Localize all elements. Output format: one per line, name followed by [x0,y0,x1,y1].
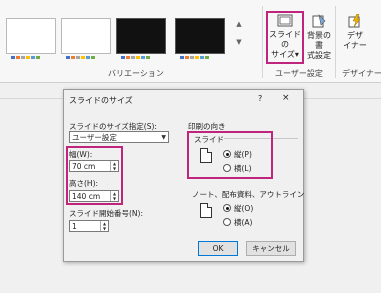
variation-thumbnail-3[interactable] [116,18,166,59]
format-background-button[interactable]: 背景の書 式設定 [304,14,334,61]
format-background-line2: 式設定 [307,51,331,60]
format-background-line1: 背景の書 [307,31,331,50]
designer-button[interactable]: デザ イナー [339,14,371,51]
variation-thumbnail-4[interactable] [175,18,225,59]
designer-line1: デザ [347,31,363,40]
chevron-down-icon[interactable]: ▼ [161,132,166,142]
notes-landscape-radio[interactable] [223,218,231,226]
start-number-spinner[interactable]: ▲ ▼ [100,221,108,231]
notes-portrait-label[interactable]: 縦(O) [234,203,253,214]
help-icon[interactable]: ? [258,94,262,103]
group-separator [262,6,263,78]
designer-lightning-icon [348,14,361,28]
variation-thumbnail-2[interactable] [61,18,111,59]
close-icon[interactable]: × [282,93,290,103]
ribbon: ▲ ▼ バリエーション スライドの サイズ▾ 背景の書 式設定 ユーザー設定 デ… [0,0,381,83]
group-separator [335,6,336,78]
notes-landscape-label[interactable]: 横(A) [234,217,252,228]
group-label-user-settings: ユーザー設定 [275,69,323,78]
slide-size-dialog: スライドのサイズ ? × スライドのサイズ指定(S): ユーザー設定 ▼ 幅(W… [63,89,304,262]
start-number-value: 1 [72,222,77,231]
cancel-button[interactable]: キャンセル [246,241,296,256]
group-label-designer: デザイナー [342,69,381,78]
designer-line2: イナー [343,41,367,50]
gallery-scroll-down-icon[interactable]: ▼ [234,38,244,46]
slides-orientation-highlight [187,131,273,179]
slide-size-for-select[interactable]: ユーザー設定 ▼ [69,131,169,143]
format-background-icon [312,14,326,28]
gallery-scroll-up-icon[interactable]: ▲ [234,20,244,28]
ok-button[interactable]: OK [198,241,238,256]
slide-size-highlight [266,11,304,64]
slide-size-for-value: ユーザー設定 [72,133,117,142]
portrait-page-icon [200,203,212,218]
start-number-label: スライド開始番号(N): [69,209,143,218]
start-number-field[interactable]: 1 ▲ ▼ [69,220,109,232]
variation-thumbnail-1[interactable] [6,18,56,59]
notes-orientation-label: ノート、配布資料、アウトライン [192,190,305,199]
notes-portrait-radio[interactable] [223,204,231,212]
width-height-highlight [66,146,123,205]
dialog-title: スライドのサイズ [69,96,133,105]
group-label-variations: バリエーション [108,69,164,78]
